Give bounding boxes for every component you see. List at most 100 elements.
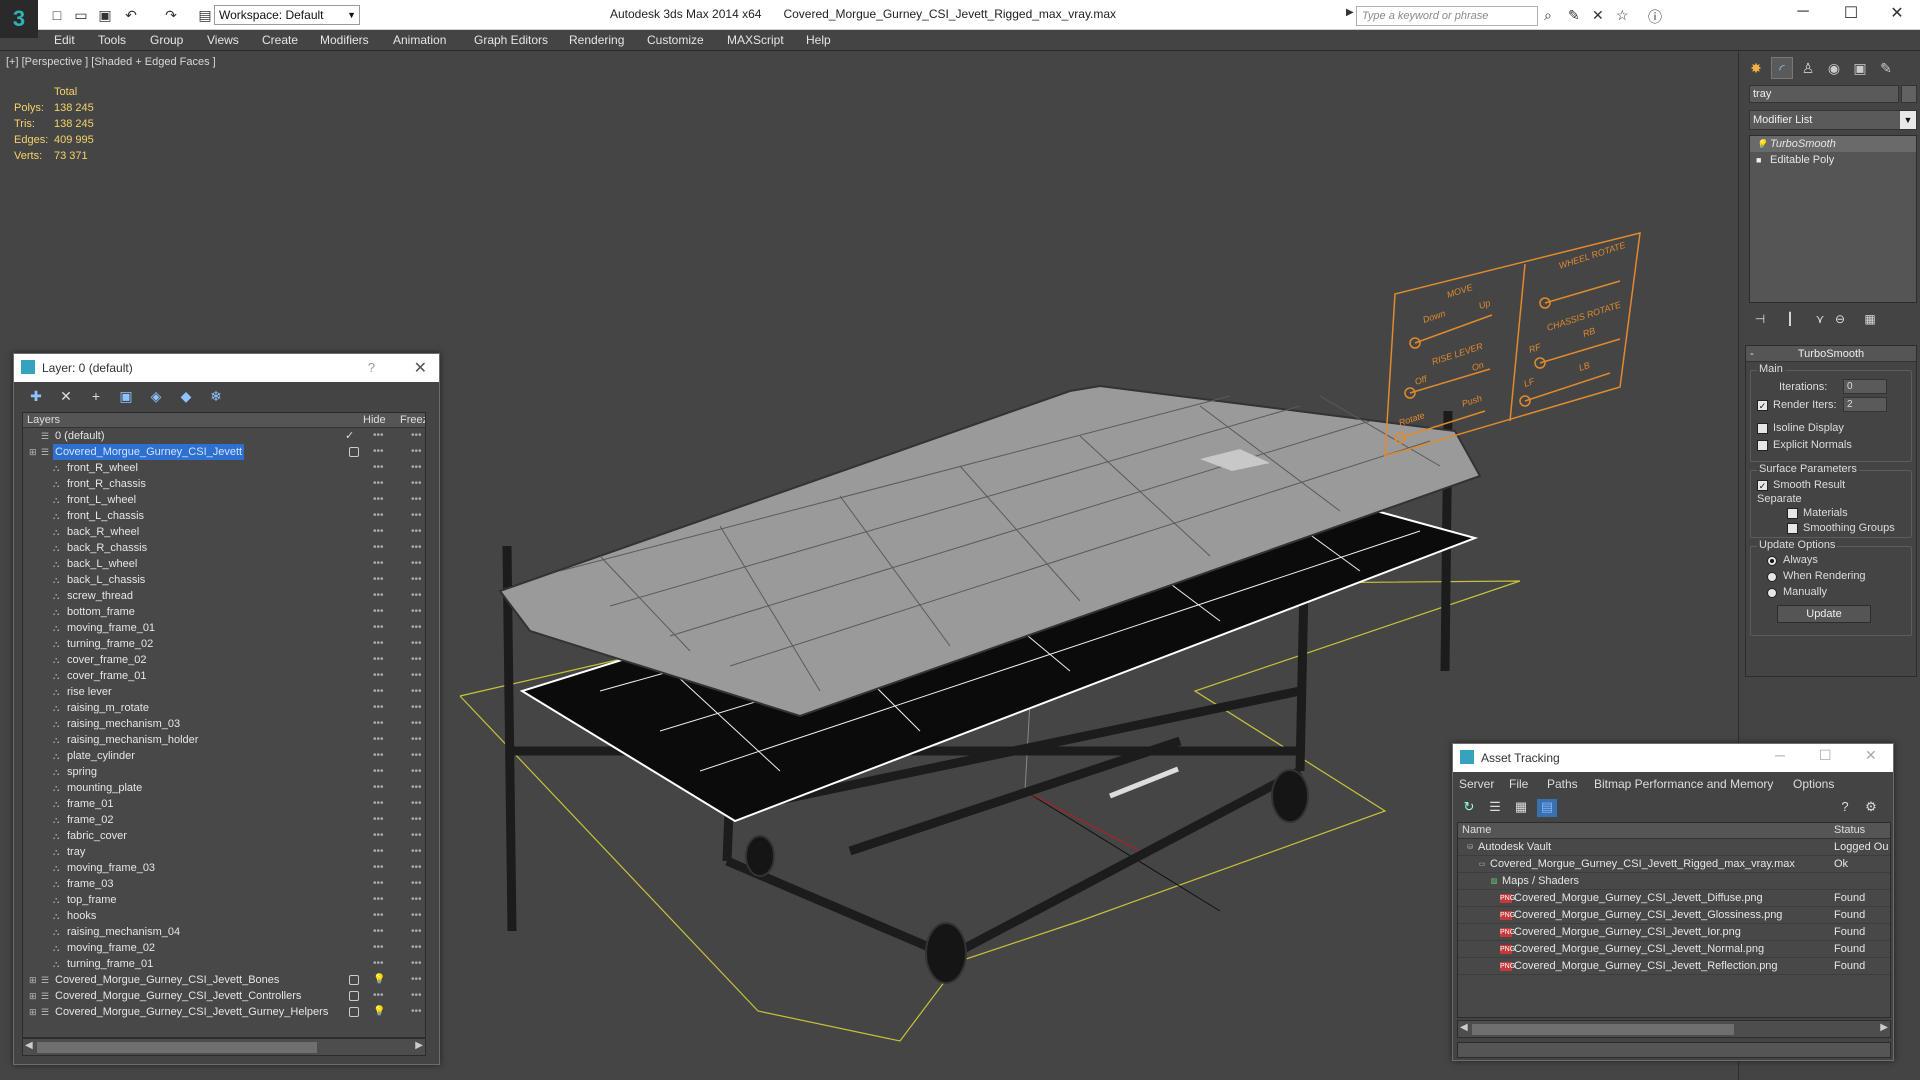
save-icon[interactable]: ▣ [96, 6, 114, 24]
layer-row[interactable]: ⛬ hooks ••• ••• [23, 908, 425, 924]
hide-toggle[interactable]: ••• [373, 732, 384, 748]
layer-row[interactable]: ⛬ front_R_wheel ••• ••• [23, 460, 425, 476]
layer-row[interactable]: ⛬ raising_mechanism_04 ••• ••• [23, 924, 425, 940]
iterations-spinner[interactable]: 0 [1843, 379, 1887, 394]
freeze-toggle[interactable]: ••• [411, 476, 422, 492]
menu-graph-editors[interactable]: Graph Editors [474, 33, 548, 47]
asset-row[interactable]: PNG Covered_Morgue_Gurney_CSI_Jevett_Refl… [1458, 958, 1890, 975]
create-layer-icon[interactable]: ✚ [26, 388, 46, 406]
current-layer-toggle[interactable] [349, 991, 359, 1001]
menu-modifiers[interactable]: Modifiers [320, 33, 369, 47]
freeze-toggle[interactable]: ••• [411, 556, 422, 572]
minimize-icon[interactable]: ─ [1788, 3, 1818, 21]
new-file-icon[interactable]: □ [48, 6, 66, 24]
layer-row[interactable]: ⛬ moving_frame_03 ••• ••• [23, 860, 425, 876]
object-name-field[interactable]: tray [1749, 85, 1899, 103]
smoothing-groups-checkbox[interactable] [1787, 523, 1798, 534]
object-color-swatch[interactable] [1901, 85, 1917, 103]
freeze-toggle[interactable]: ••• [411, 924, 422, 940]
asset-menu-bitmap[interactable]: Bitmap Performance and Memory [1594, 777, 1773, 791]
expand-icon[interactable]: ⊞ [29, 1007, 38, 1017]
freeze-toggle[interactable]: ••• [411, 972, 422, 988]
hide-toggle[interactable]: ••• [373, 476, 384, 492]
asset-menu-server[interactable]: Server [1459, 777, 1494, 791]
current-layer-toggle[interactable] [349, 975, 359, 985]
freeze-toggle[interactable]: ••• [411, 652, 422, 668]
help-button[interactable]: ? [368, 360, 375, 375]
layer-row[interactable]: ⛬ tray ••• ••• [23, 844, 425, 860]
layer-horizontal-scrollbar[interactable]: ◀ ▶ [22, 1038, 426, 1056]
layer-row[interactable]: ⛬ moving_frame_02 ••• ••• [23, 940, 425, 956]
menu-customize[interactable]: Customize [647, 33, 704, 47]
menu-group[interactable]: Group [150, 33, 183, 47]
layer-row[interactable]: ⛬ moving_frame_01 ••• ••• [23, 620, 425, 636]
modifier-list-dropdown[interactable]: Modifier List ▼ [1749, 110, 1917, 130]
layer-row[interactable]: ⛬ raising_m_rotate ••• ••• [23, 700, 425, 716]
undo-icon[interactable]: ↶ [122, 6, 140, 24]
materials-checkbox[interactable] [1787, 508, 1798, 519]
layer-row[interactable]: ⛬ screw_thread ••• ••• [23, 588, 425, 604]
layer-row[interactable]: ⛬ back_R_chassis ••• ••• [23, 540, 425, 556]
freeze-toggle[interactable]: ••• [411, 764, 422, 780]
hide-toggle[interactable]: ••• [373, 460, 384, 476]
layer-row[interactable]: ⛬ turning_frame_02 ••• ••• [23, 636, 425, 652]
freeze-toggle[interactable]: ••• [411, 956, 422, 972]
expand-icon[interactable]: ⊞ [29, 991, 38, 1001]
freeze-toggle[interactable]: ••• [411, 860, 422, 876]
minimize-icon[interactable]: ─ [1775, 747, 1785, 763]
hide-toggle[interactable]: ••• [373, 876, 384, 892]
hide-toggle[interactable]: ••• [373, 556, 384, 572]
communication-icon[interactable]: ✕ [1592, 7, 1604, 24]
col-freeze[interactable]: Freez [400, 413, 425, 427]
add-selected-icon[interactable]: + [86, 388, 106, 406]
layer-row[interactable]: ⛬ front_R_chassis ••• ••• [23, 476, 425, 492]
viewport-label[interactable]: [+] [Perspective ] [Shaded + Edged Faces… [6, 56, 216, 68]
list-view-icon[interactable]: ☰ [1485, 799, 1505, 817]
freeze-toggle[interactable]: ••• [411, 828, 422, 844]
freeze-toggle[interactable]: ••• [411, 988, 422, 1004]
asset-row[interactable]: PNG Covered_Morgue_Gurney_CSI_Jevett_Diff… [1458, 890, 1890, 907]
layer-row[interactable]: ⛬ top_frame ••• ••• [23, 892, 425, 908]
freeze-toggle[interactable]: ••• [411, 940, 422, 956]
hide-toggle[interactable]: ••• [373, 572, 384, 588]
pin-stack-icon[interactable]: ⊣ [1751, 312, 1769, 328]
layer-row[interactable]: ⛬ mounting_plate ••• ••• [23, 780, 425, 796]
scroll-thumb[interactable] [37, 1042, 317, 1053]
hide-toggle[interactable]: ••• [373, 764, 384, 780]
freeze-toggle[interactable]: ••• [411, 844, 422, 860]
refresh-icon[interactable]: ↻ [1459, 799, 1479, 817]
freeze-toggle[interactable]: ••• [411, 716, 422, 732]
current-layer-toggle[interactable] [349, 1007, 359, 1017]
highlight-layer-icon[interactable]: ◈ [146, 388, 166, 406]
menu-edit[interactable]: Edit [54, 33, 75, 47]
layer-row[interactable]: ☰ ⊞ Covered_Morgue_Gurney_CSI_Jevett ••• ••• [23, 444, 425, 460]
hierarchy-tab-icon[interactable]: ♙ [1797, 57, 1819, 79]
freeze-toggle[interactable]: ••• [411, 492, 422, 508]
stack-item-editable-poly[interactable]: ■ Editable Poly [1750, 152, 1916, 168]
freeze-toggle[interactable]: ••• [411, 540, 422, 556]
freeze-toggle[interactable]: ••• [411, 604, 422, 620]
freeze-toggle[interactable]: ••• [411, 1004, 422, 1020]
scroll-left-icon[interactable]: ◀ [25, 1040, 33, 1051]
show-end-result-icon[interactable]: ┃ [1781, 312, 1799, 328]
workspace-dropdown[interactable]: Workspace: Default ▼ [214, 5, 360, 25]
layer-row[interactable]: ⛬ frame_03 ••• ••• [23, 876, 425, 892]
modify-tab-icon[interactable]: ◜ [1771, 57, 1793, 79]
menu-create[interactable]: Create [262, 33, 298, 47]
hide-toggle[interactable]: ••• [373, 428, 384, 444]
col-name[interactable]: Name [1462, 824, 1491, 836]
stack-item-turbosmooth[interactable]: 💡 TurboSmooth [1750, 136, 1916, 152]
col-status[interactable]: Status [1834, 824, 1865, 836]
redo-icon[interactable]: ↷ [162, 6, 180, 24]
layer-row[interactable]: ⛬ front_L_chassis ••• ••• [23, 508, 425, 524]
layer-row[interactable]: ⛬ cover_frame_02 ••• ••• [23, 652, 425, 668]
lightbulb-icon[interactable]: 💡 [373, 1004, 385, 1020]
hide-toggle[interactable]: ••• [373, 860, 384, 876]
hide-toggle[interactable]: ••• [373, 668, 384, 684]
freeze-toggle[interactable]: ••• [411, 796, 422, 812]
layer-row[interactable]: ⛬ back_R_wheel ••• ••• [23, 524, 425, 540]
hide-toggle[interactable]: ••• [373, 604, 384, 620]
hide-toggle[interactable]: ••• [373, 684, 384, 700]
asset-horizontal-scrollbar[interactable]: ◀ ▶ [1457, 1020, 1891, 1038]
asset-row[interactable]: PNG Covered_Morgue_Gurney_CSI_Jevett_Ior.… [1458, 924, 1890, 941]
